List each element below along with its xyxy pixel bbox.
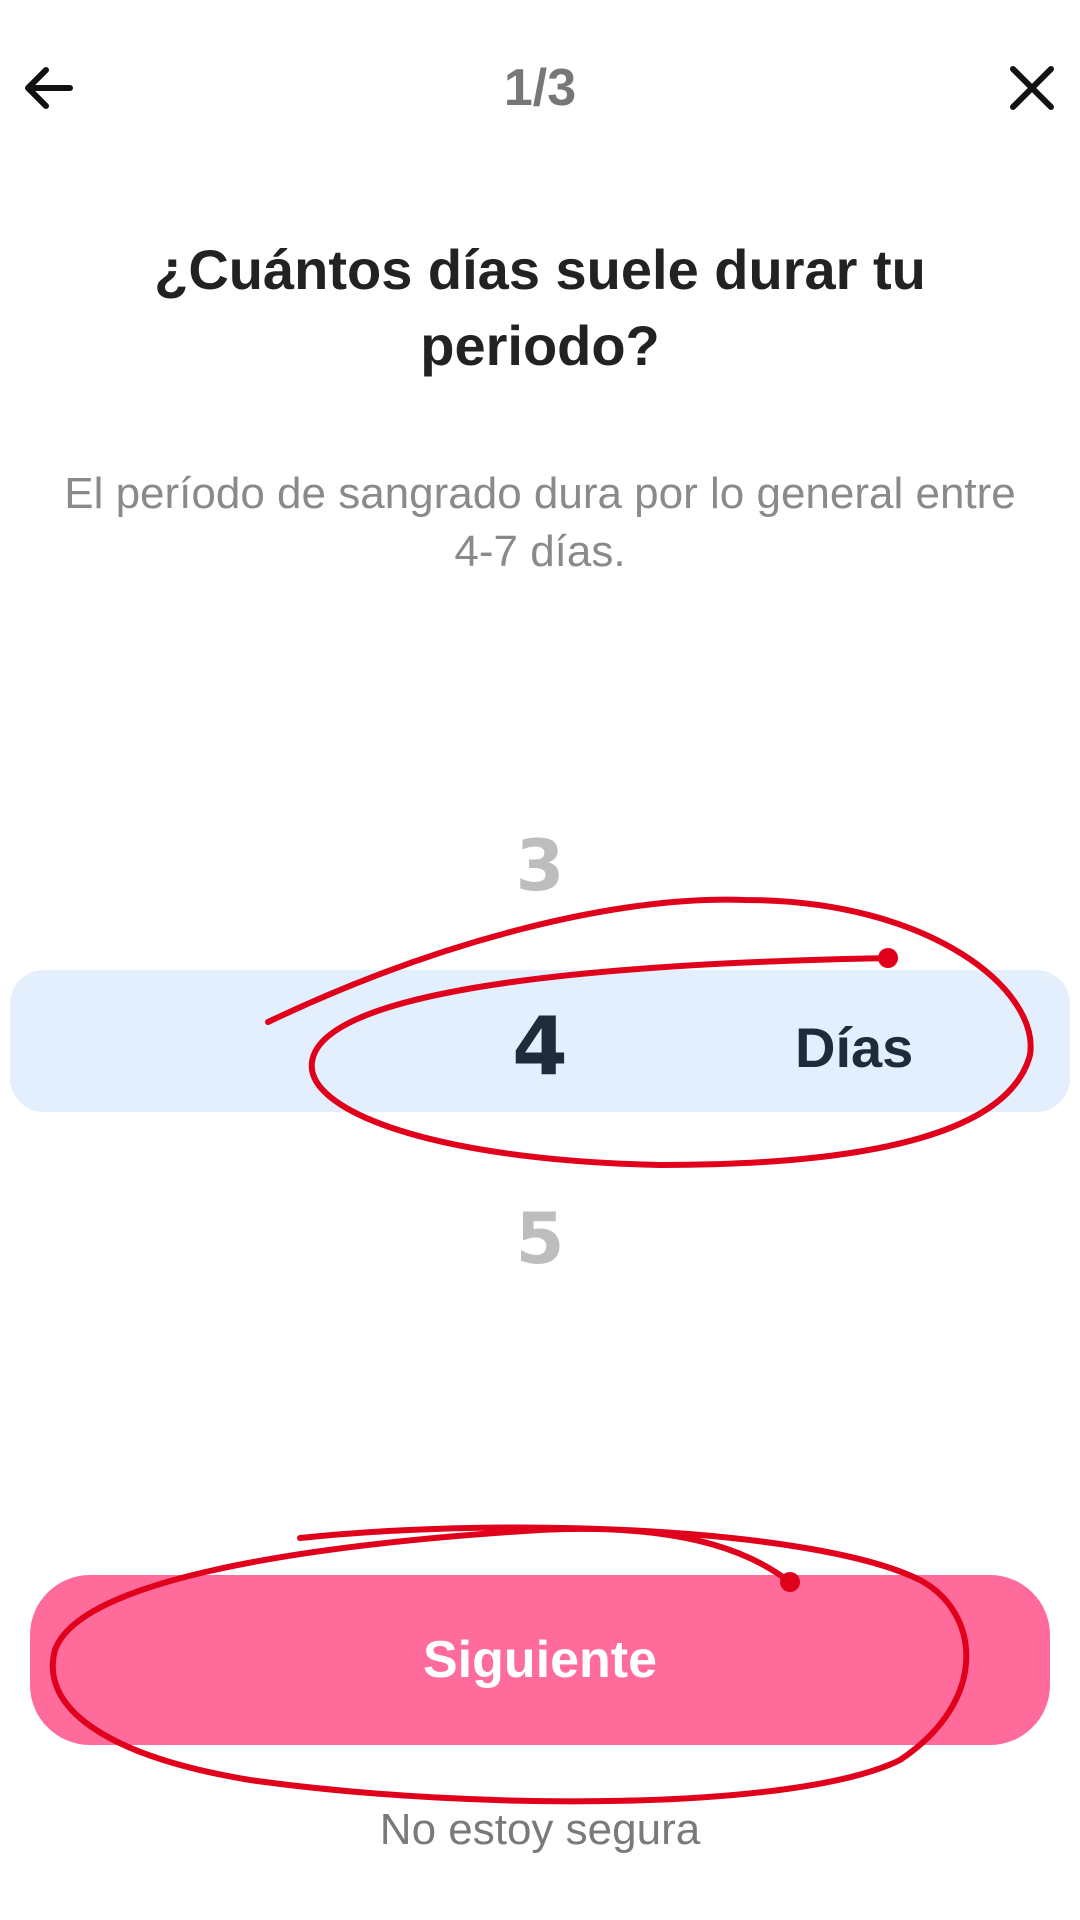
top-bar: 1/3 bbox=[0, 0, 1080, 175]
picker-unit-label: Días bbox=[795, 1016, 914, 1079]
picker-option-next[interactable]: 5 bbox=[0, 1198, 1080, 1280]
days-picker[interactable]: 3 4 Días 5 bbox=[0, 800, 1080, 1300]
not-sure-link[interactable]: No estoy segura bbox=[0, 1805, 1080, 1855]
question-subtitle: El período de sangrado dura por lo gener… bbox=[64, 469, 1016, 576]
close-button[interactable] bbox=[984, 40, 1080, 136]
next-button[interactable]: Siguiente bbox=[30, 1575, 1050, 1745]
question-title: ¿Cuántos días suele durar tu periodo? bbox=[154, 238, 926, 377]
picker-option-prev[interactable]: 3 bbox=[0, 825, 1080, 907]
step-indicator: 1/3 bbox=[503, 59, 577, 117]
onboarding-screen: 1/3 ¿Cuántos días suele durar tu periodo… bbox=[0, 0, 1080, 1920]
picker-option-selected[interactable]: 4 bbox=[0, 1000, 1080, 1093]
close-icon bbox=[1010, 66, 1054, 110]
